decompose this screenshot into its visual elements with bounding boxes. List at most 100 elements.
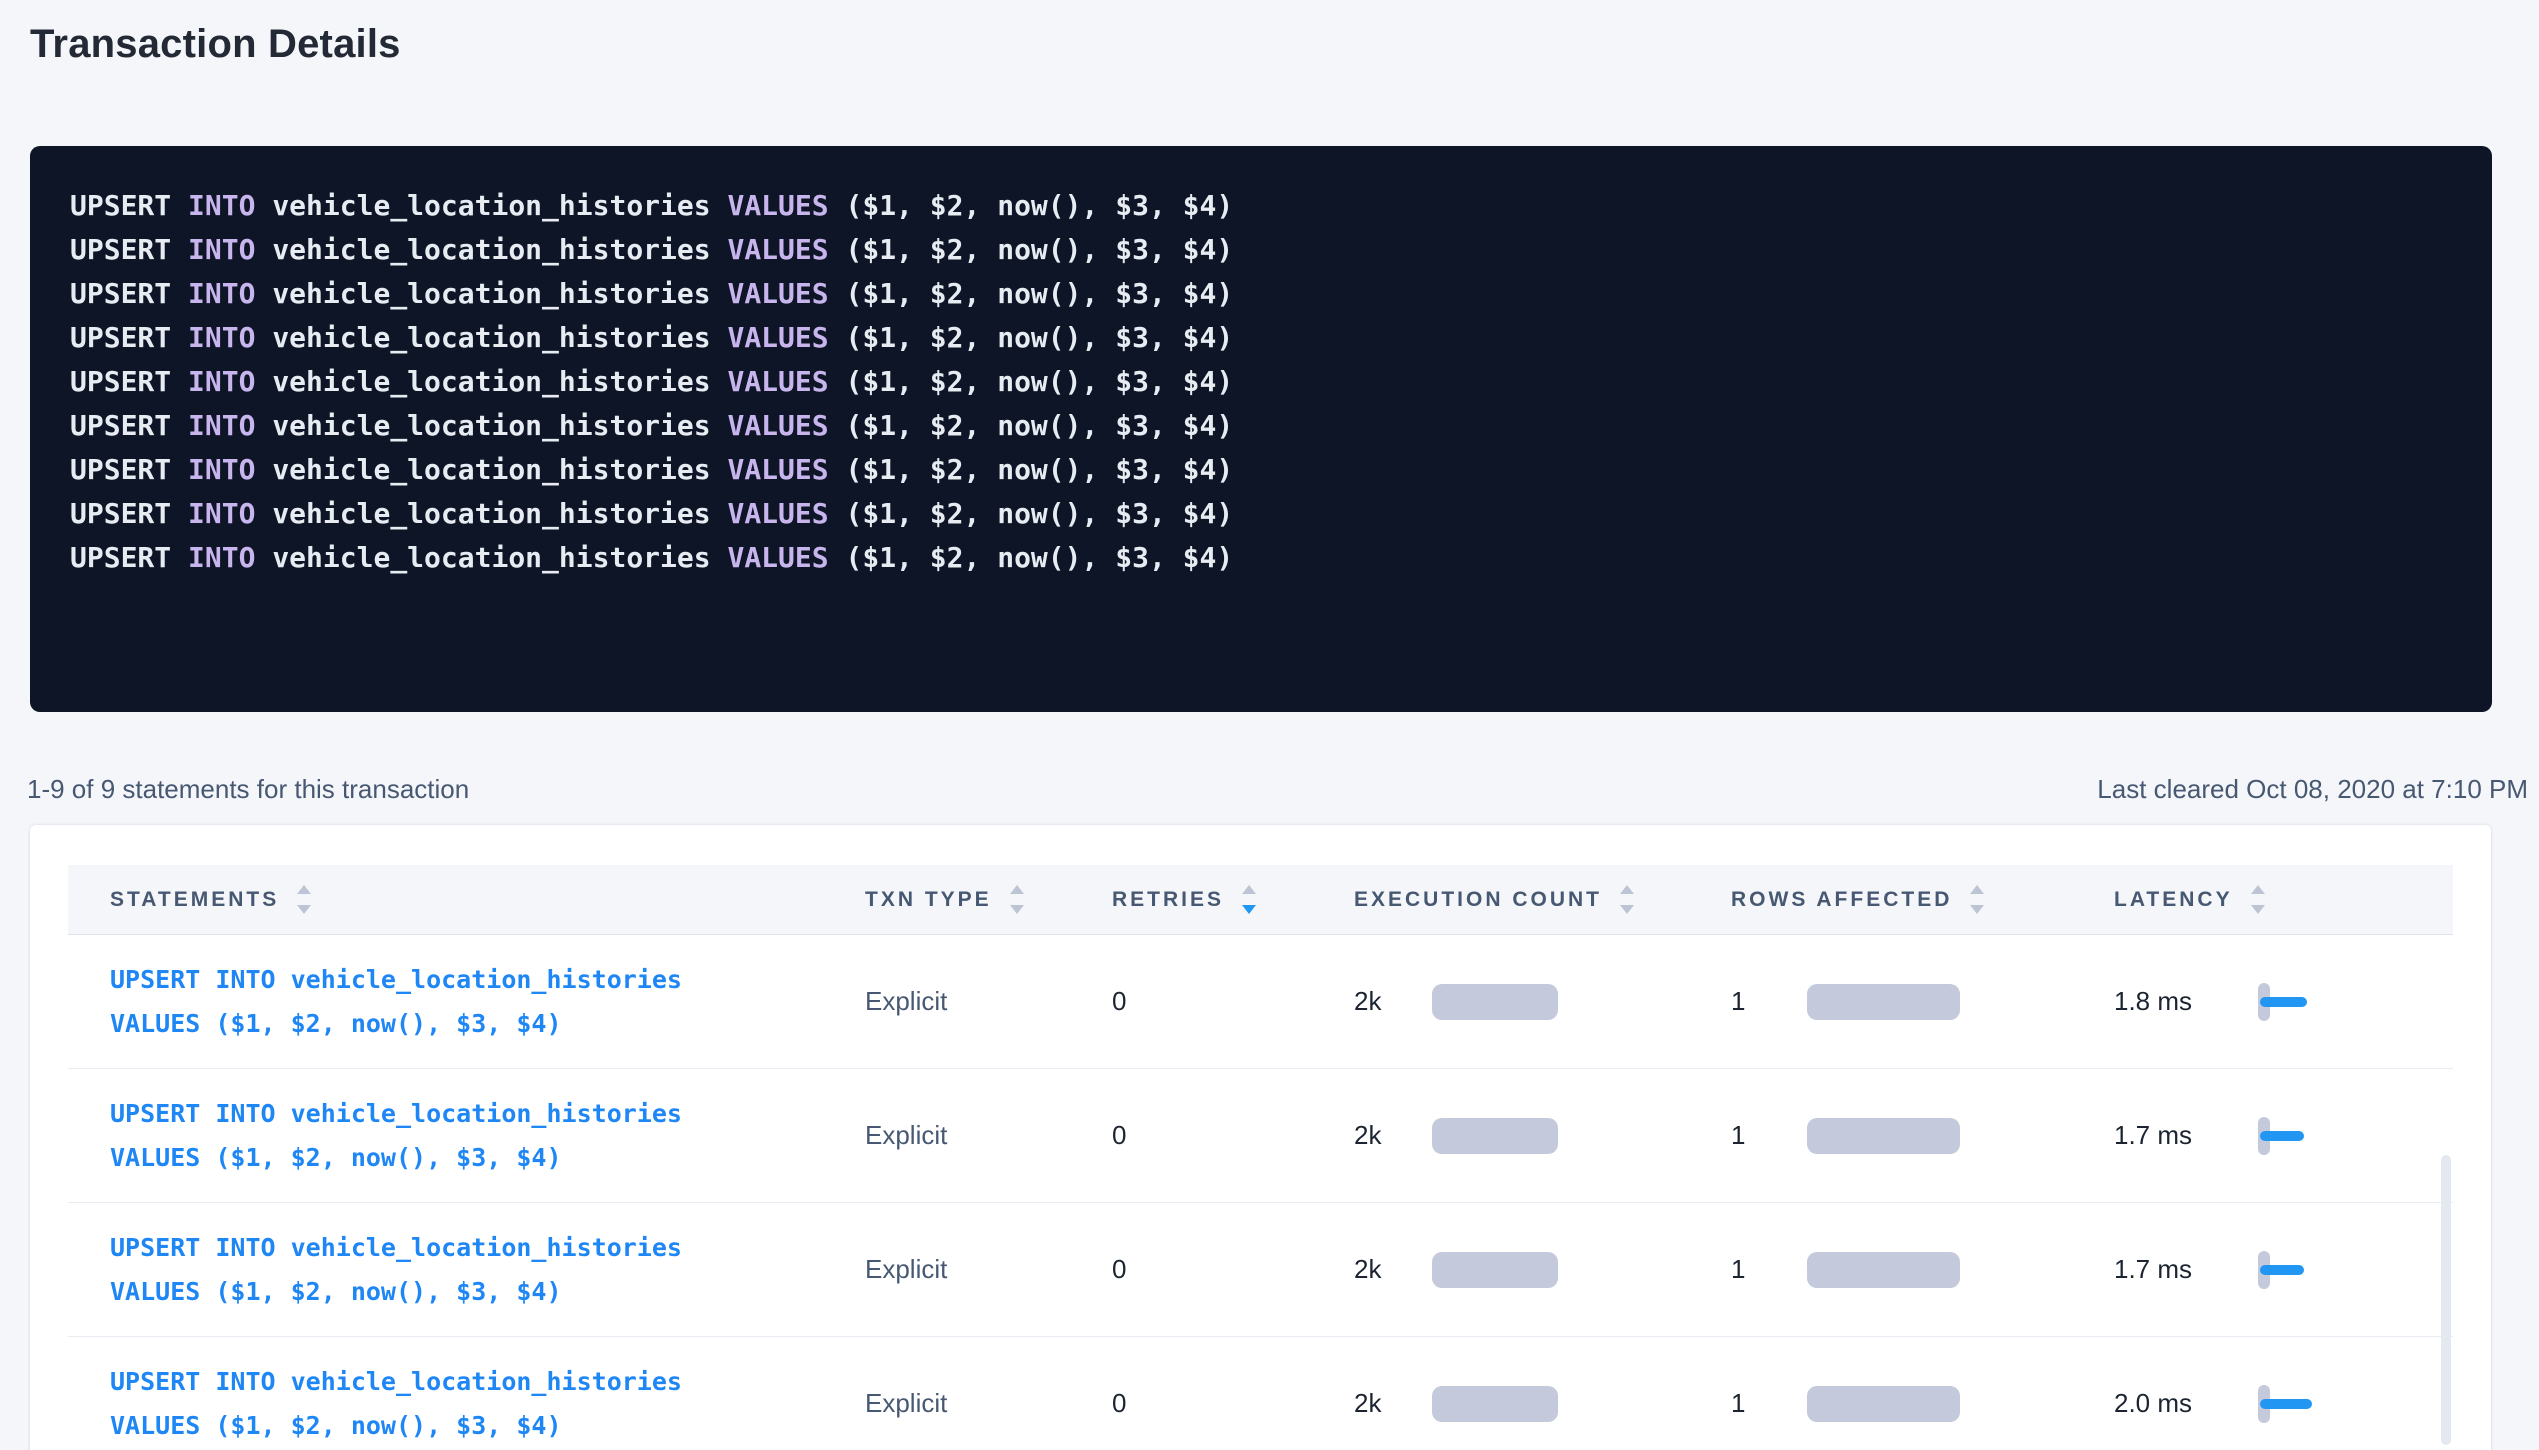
column-label-execution-count: EXECUTION COUNT (1354, 888, 1602, 912)
column-header-statements[interactable]: STATEMENTS (68, 885, 865, 914)
transaction-details-page: Transaction Details UPSERT INTO vehicle_… (0, 20, 2539, 1450)
latency-value: 2.0 ms (2114, 1388, 2258, 1419)
retries-value: 0 (1112, 1388, 1354, 1419)
sql-code-line: UPSERT INTO vehicle_location_histories V… (70, 360, 2452, 404)
latency-cell: 1.7 ms (2114, 1251, 2451, 1289)
rows-affected-value: 1 (1731, 986, 1807, 1017)
statement-link-line: UPSERT INTO vehicle_location_histories (110, 1092, 865, 1136)
statement-link[interactable]: UPSERT INTO vehicle_location_historiesVA… (110, 1092, 865, 1180)
execution-count-value: 2k (1354, 1120, 1432, 1151)
txn-type-value: Explicit (865, 986, 1112, 1017)
latency-cell: 1.7 ms (2114, 1117, 2451, 1155)
statement-link-line: UPSERT INTO vehicle_location_histories (110, 1360, 865, 1404)
sql-code-line: UPSERT INTO vehicle_location_histories V… (70, 492, 2452, 536)
latency-bar-chart (2258, 1251, 2270, 1289)
retries-value: 0 (1112, 986, 1354, 1017)
column-header-retries[interactable]: RETRIES (1112, 885, 1354, 914)
statements-table-card: STATEMENTS TXN TYPE RETRIES EXECUTION CO… (30, 825, 2491, 1450)
latency-cell: 2.0 ms (2114, 1385, 2451, 1423)
latency-value: 1.8 ms (2114, 986, 2258, 1017)
txn-type-value: Explicit (865, 1388, 1112, 1419)
sql-code-line: UPSERT INTO vehicle_location_histories V… (70, 272, 2452, 316)
statement-link[interactable]: UPSERT INTO vehicle_location_historiesVA… (110, 1226, 865, 1314)
latency-bar-chart (2258, 1385, 2270, 1423)
column-header-latency[interactable]: LATENCY (2114, 885, 2451, 914)
column-label-retries: RETRIES (1112, 888, 1224, 912)
latency-bar-chart (2258, 983, 2270, 1021)
execution-count-value: 2k (1354, 986, 1432, 1017)
column-label-txn-type: TXN TYPE (865, 888, 992, 912)
rows-affected-value: 1 (1731, 1254, 1807, 1285)
execution-count-bar (1432, 984, 1558, 1020)
rows-affected-value: 1 (1731, 1388, 1807, 1419)
table-row: UPSERT INTO vehicle_location_historiesVA… (68, 1069, 2453, 1203)
execution-count-bar (1432, 1252, 1558, 1288)
statements-table-body: UPSERT INTO vehicle_location_historiesVA… (68, 935, 2453, 1450)
rows-affected-cell: 1 (1731, 1252, 2114, 1288)
rows-affected-cell: 1 (1731, 984, 2114, 1020)
latency-cell: 1.8 ms (2114, 983, 2451, 1021)
table-row: UPSERT INTO vehicle_location_historiesVA… (68, 935, 2453, 1069)
execution-count-cell: 2k (1354, 1252, 1731, 1288)
column-header-rows-affected[interactable]: ROWS AFFECTED (1731, 885, 2114, 914)
latency-bar (2260, 1265, 2304, 1275)
statement-link-line: UPSERT INTO vehicle_location_histories (110, 1226, 865, 1270)
rows-affected-bar (1807, 984, 1960, 1020)
latency-bar (2260, 997, 2307, 1007)
statement-link[interactable]: UPSERT INTO vehicle_location_historiesVA… (110, 1360, 865, 1448)
vertical-scrollbar-thumb[interactable] (2441, 1155, 2451, 1445)
execution-count-cell: 2k (1354, 1386, 1731, 1422)
sort-arrows-icon[interactable] (1010, 885, 1024, 914)
column-header-txn-type[interactable]: TXN TYPE (865, 885, 1112, 914)
column-label-statements: STATEMENTS (110, 888, 279, 912)
sql-code-line: UPSERT INTO vehicle_location_histories V… (70, 184, 2452, 228)
rows-affected-cell: 1 (1731, 1118, 2114, 1154)
execution-count-cell: 2k (1354, 1118, 1731, 1154)
table-row: UPSERT INTO vehicle_location_historiesVA… (68, 1203, 2453, 1337)
statement-cell: UPSERT INTO vehicle_location_historiesVA… (68, 1092, 865, 1180)
rows-affected-cell: 1 (1731, 1386, 2114, 1422)
retries-value: 0 (1112, 1254, 1354, 1285)
rows-affected-bar (1807, 1252, 1960, 1288)
statements-summary-row: 1-9 of 9 statements for this transaction… (27, 772, 2528, 806)
execution-count-value: 2k (1354, 1254, 1432, 1285)
table-header-row: STATEMENTS TXN TYPE RETRIES EXECUTION CO… (68, 865, 2453, 935)
sql-code-line: UPSERT INTO vehicle_location_histories V… (70, 448, 2452, 492)
txn-type-value: Explicit (865, 1254, 1112, 1285)
column-label-latency: LATENCY (2114, 888, 2233, 912)
statement-link-line: VALUES ($1, $2, now(), $3, $4) (110, 1270, 865, 1314)
rows-affected-bar (1807, 1118, 1960, 1154)
execution-count-bar (1432, 1118, 1558, 1154)
statement-link-line: VALUES ($1, $2, now(), $3, $4) (110, 1002, 865, 1046)
sort-arrows-icon[interactable] (297, 885, 311, 914)
latency-bar-chart (2258, 1117, 2270, 1155)
sort-arrows-icon[interactable] (1620, 885, 1634, 914)
statement-link-line: UPSERT INTO vehicle_location_histories (110, 958, 865, 1002)
sort-arrows-icon[interactable] (1970, 885, 1984, 914)
retries-value: 0 (1112, 1120, 1354, 1151)
column-label-rows-affected: ROWS AFFECTED (1731, 888, 1952, 912)
transaction-sql-code-block: UPSERT INTO vehicle_location_histories V… (30, 146, 2492, 712)
latency-value: 1.7 ms (2114, 1254, 2258, 1285)
txn-type-value: Explicit (865, 1120, 1112, 1151)
statement-link-line: VALUES ($1, $2, now(), $3, $4) (110, 1136, 865, 1180)
statement-link-line: VALUES ($1, $2, now(), $3, $4) (110, 1404, 865, 1448)
statement-link[interactable]: UPSERT INTO vehicle_location_historiesVA… (110, 958, 865, 1046)
sort-arrows-icon[interactable] (1242, 885, 1256, 914)
last-cleared-timestamp: Last cleared Oct 08, 2020 at 7:10 PM (2097, 772, 2528, 806)
page-title: Transaction Details (30, 20, 2539, 68)
sql-code-line: UPSERT INTO vehicle_location_histories V… (70, 404, 2452, 448)
execution-count-bar (1432, 1386, 1558, 1422)
rows-affected-value: 1 (1731, 1120, 1807, 1151)
statement-cell: UPSERT INTO vehicle_location_historiesVA… (68, 1360, 865, 1448)
table-row: UPSERT INTO vehicle_location_historiesVA… (68, 1337, 2453, 1450)
statement-cell: UPSERT INTO vehicle_location_historiesVA… (68, 1226, 865, 1314)
latency-bar (2260, 1399, 2312, 1409)
latency-value: 1.7 ms (2114, 1120, 2258, 1151)
sql-code-line: UPSERT INTO vehicle_location_histories V… (70, 316, 2452, 360)
latency-bar (2260, 1131, 2304, 1141)
sort-arrows-icon[interactable] (2251, 885, 2265, 914)
column-header-execution-count[interactable]: EXECUTION COUNT (1354, 885, 1731, 914)
rows-affected-bar (1807, 1386, 1960, 1422)
statement-cell: UPSERT INTO vehicle_location_historiesVA… (68, 958, 865, 1046)
